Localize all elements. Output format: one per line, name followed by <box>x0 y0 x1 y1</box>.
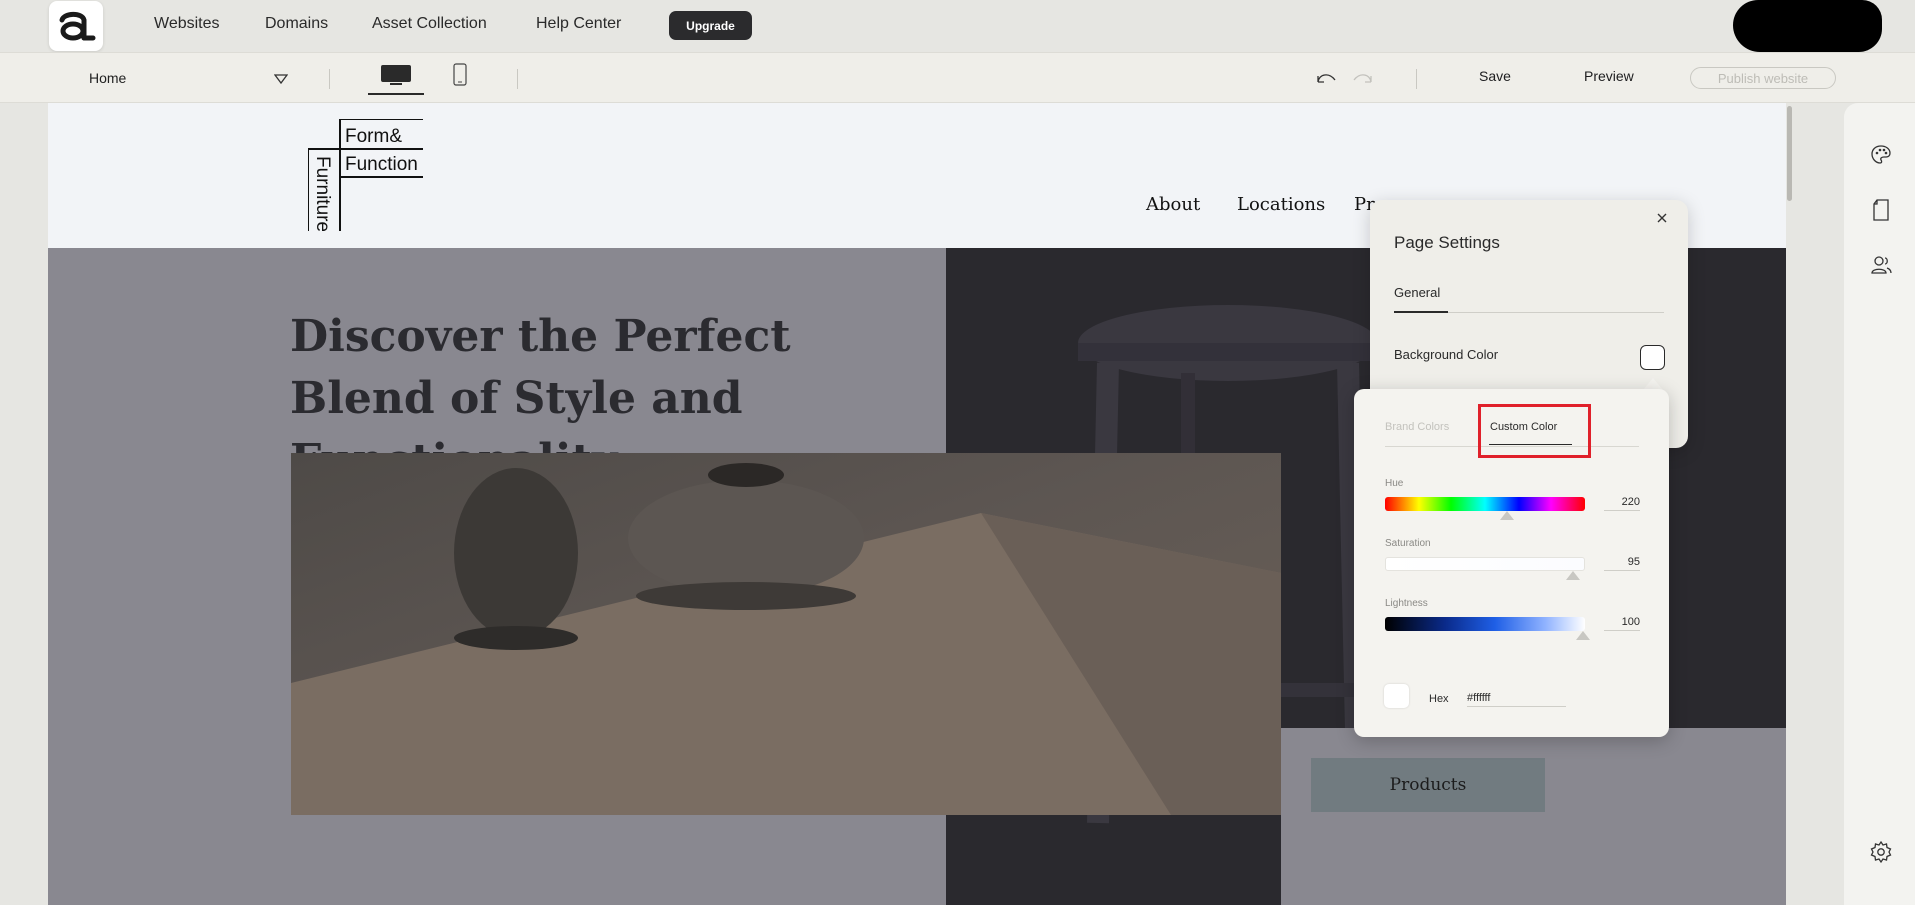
tab-general[interactable]: General <box>1394 285 1440 300</box>
nav-help-center[interactable]: Help Center <box>536 15 621 33</box>
site-nav-about[interactable]: About <box>1146 194 1200 215</box>
logo-text-vertical: Furniture <box>312 156 333 231</box>
users-icon[interactable] <box>1869 253 1893 277</box>
page-settings-title: Page Settings <box>1394 233 1500 252</box>
vases-image <box>291 463 1281 815</box>
hue-label: Hue <box>1385 478 1404 489</box>
close-icon[interactable] <box>1655 211 1669 225</box>
lightness-slider-thumb[interactable] <box>1576 631 1590 640</box>
hero-image[interactable] <box>291 453 1281 815</box>
hex-label: Hex <box>1429 693 1449 705</box>
app-logo[interactable] <box>49 1 103 51</box>
editor-toolbar: Home Save Preview Publish website <box>0 52 1915 103</box>
hue-slider[interactable] <box>1385 497 1585 511</box>
tab-brand-colors[interactable]: Brand Colors <box>1385 421 1449 433</box>
page-select[interactable]: Home <box>89 70 126 86</box>
toolbar-divider <box>329 69 330 89</box>
logo-text-top: Form& <box>345 126 402 147</box>
hue-slider-thumb[interactable] <box>1500 511 1514 520</box>
mobile-icon[interactable] <box>452 63 468 87</box>
hex-color-swatch <box>1384 684 1409 708</box>
site-logo[interactable]: Form& Function Furniture <box>308 119 423 231</box>
canvas-scrollbar-thumb[interactable] <box>1787 106 1792 201</box>
redo-icon[interactable] <box>1350 68 1374 88</box>
upgrade-button[interactable]: Upgrade <box>669 11 752 40</box>
nav-asset-collection[interactable]: Asset Collection <box>372 15 487 33</box>
saturation-slider-thumb[interactable] <box>1566 571 1580 580</box>
chevron-down-icon[interactable] <box>274 73 288 85</box>
background-color-swatch[interactable] <box>1640 345 1665 370</box>
desktop-view-button[interactable] <box>368 61 424 95</box>
background-color-label: Background Color <box>1394 347 1499 362</box>
avatar[interactable] <box>1733 0 1882 52</box>
save-button[interactable]: Save <box>1479 68 1511 84</box>
page-icon[interactable] <box>1869 198 1893 222</box>
undo-icon[interactable] <box>1315 68 1339 88</box>
lightness-value[interactable]: 100 <box>1604 616 1640 631</box>
tab-general-underline <box>1394 311 1448 313</box>
hero-lower-panel <box>1281 728 1788 905</box>
publish-website-button[interactable]: Publish website <box>1690 67 1836 89</box>
saturation-label: Saturation <box>1385 538 1431 549</box>
settings-icon[interactable] <box>1869 840 1893 864</box>
lightness-label: Lightness <box>1385 598 1428 609</box>
saturation-slider[interactable] <box>1385 557 1585 571</box>
right-sidebar <box>1844 103 1915 905</box>
preview-button[interactable]: Preview <box>1584 68 1634 84</box>
hue-value[interactable]: 220 <box>1604 496 1640 511</box>
top-navigation-bar: Websites Domains Asset Collection Help C… <box>0 0 1915 52</box>
toolbar-divider <box>517 69 518 89</box>
logo-text-middle: Function <box>345 154 418 175</box>
hex-input[interactable] <box>1467 689 1566 707</box>
palette-icon[interactable] <box>1869 143 1893 167</box>
products-button[interactable]: Products <box>1311 758 1545 812</box>
app-logo-icon <box>59 11 96 41</box>
custom-color-highlight <box>1478 404 1591 458</box>
desktop-icon <box>381 65 411 85</box>
saturation-value[interactable]: 95 <box>1604 556 1640 571</box>
lightness-slider[interactable] <box>1385 617 1585 631</box>
nav-domains[interactable]: Domains <box>265 15 328 33</box>
site-nav-locations[interactable]: Locations <box>1237 194 1325 215</box>
nav-websites[interactable]: Websites <box>154 15 220 33</box>
toolbar-divider <box>1416 69 1417 89</box>
canvas-scrollbar[interactable] <box>1786 103 1794 905</box>
